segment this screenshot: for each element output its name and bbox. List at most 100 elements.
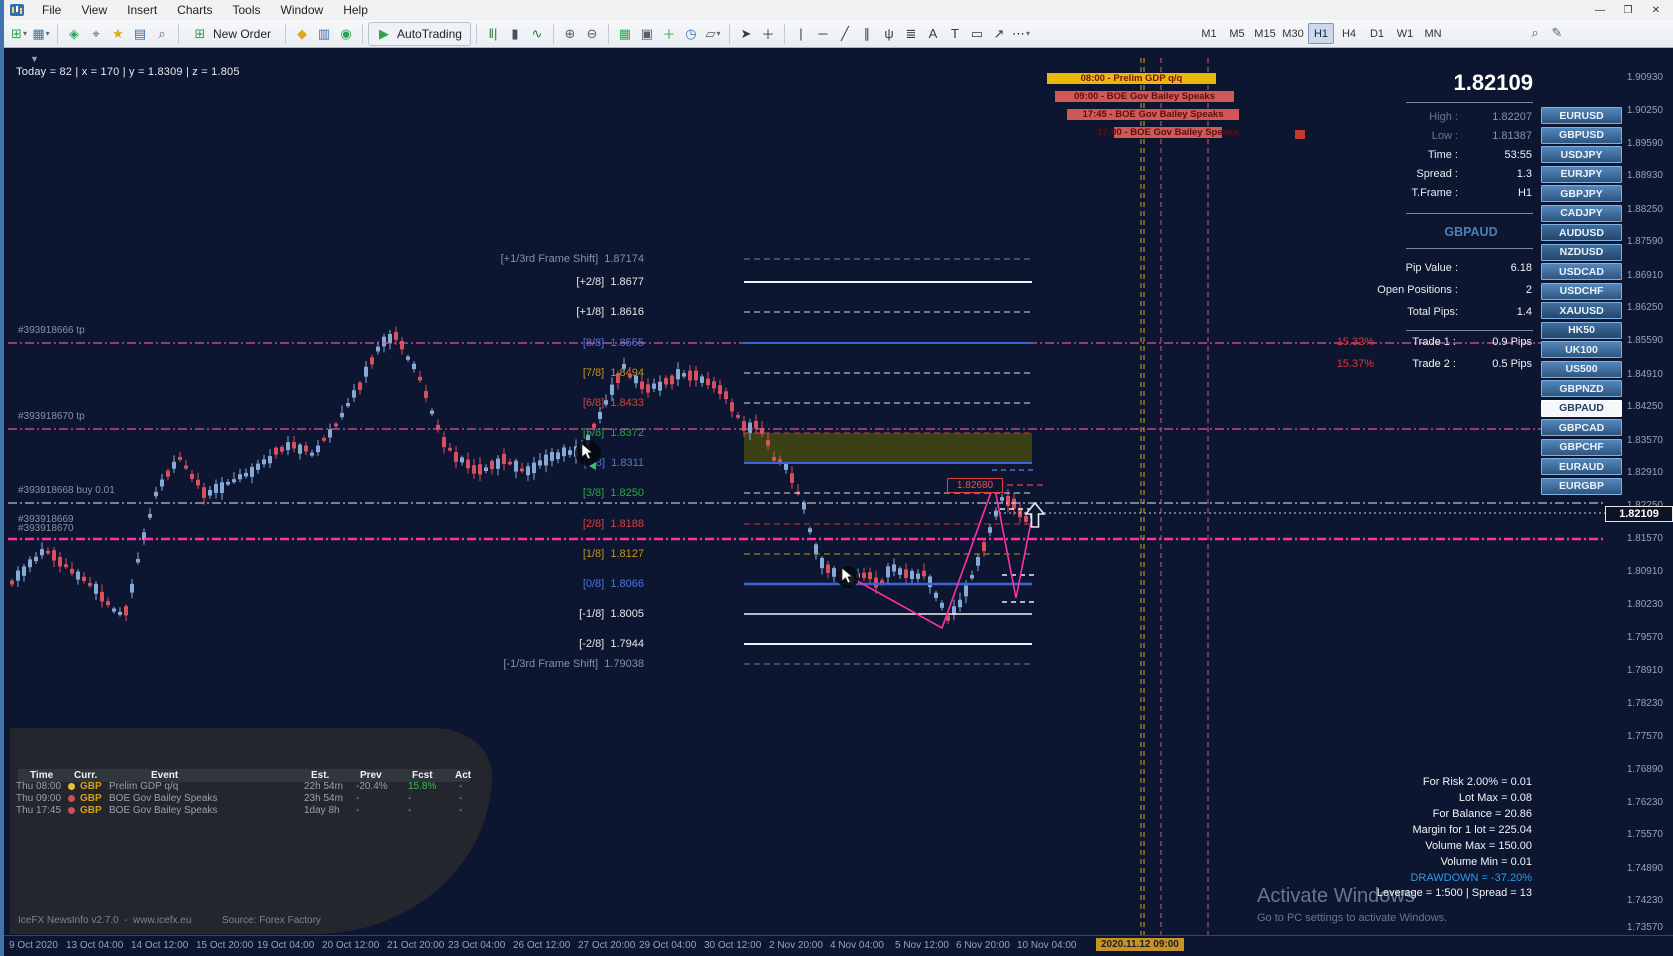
- navigator-icon[interactable]: ⌕: [152, 24, 172, 44]
- minimize-icon[interactable]: —: [1587, 3, 1613, 18]
- symbol-button-gbpnzd[interactable]: GBPNZD: [1541, 380, 1622, 397]
- search-icon[interactable]: ⌕: [1525, 23, 1545, 43]
- menu-tools[interactable]: Tools: [223, 1, 271, 19]
- crosshair-tool-icon[interactable]: ＋: [758, 24, 778, 44]
- tile-windows-icon[interactable]: ▦: [615, 24, 635, 44]
- shapes-icon[interactable]: ▭: [967, 24, 987, 44]
- panel-label: Open Positions :: [1377, 284, 1458, 296]
- market-watch-icon[interactable]: ▤: [130, 24, 150, 44]
- menu-help[interactable]: Help: [333, 1, 378, 19]
- cursor-icon[interactable]: ➤: [736, 24, 756, 44]
- text-icon[interactable]: A: [923, 24, 943, 44]
- menu-charts[interactable]: Charts: [167, 1, 222, 19]
- symbol-button-audusd[interactable]: AUDUSD: [1541, 224, 1622, 241]
- menu-file[interactable]: File: [32, 1, 71, 19]
- crosshair-target-icon[interactable]: ⌖: [86, 24, 106, 44]
- autotrading-button[interactable]: ▶ AutoTrading: [368, 21, 471, 46]
- fibonacci-icon[interactable]: ≣: [901, 24, 921, 44]
- currency-dot: [68, 795, 75, 802]
- news-col-header: Est.: [311, 770, 330, 781]
- candlestick-icon[interactable]: ▮: [505, 24, 525, 44]
- pitchfork-icon[interactable]: ψ: [879, 24, 899, 44]
- arrows-icon[interactable]: ↗: [989, 24, 1009, 44]
- panel-value: 1.81387: [1492, 130, 1532, 142]
- symbol-button-gbpchf[interactable]: GBPCHF: [1541, 438, 1622, 456]
- symbol-button-gbpcad[interactable]: GBPCAD: [1541, 419, 1622, 436]
- panel-divider: [1406, 213, 1533, 214]
- symbol-title: GBPAUD: [1444, 225, 1498, 239]
- news-col-header: Fcst: [412, 770, 433, 781]
- timeframe-h1[interactable]: H1: [1308, 23, 1334, 44]
- news-banner-3: 17:00 - BOE Gov Bailey Speaks: [1097, 127, 1239, 138]
- bar-chart-icon[interactable]: ‖|: [483, 24, 503, 44]
- horizontal-line-icon[interactable]: ─: [813, 24, 833, 44]
- panel-value: 6.18: [1510, 262, 1532, 274]
- timeframe-m1[interactable]: M1: [1196, 23, 1222, 44]
- trendline-icon[interactable]: ╱: [835, 24, 855, 44]
- add-indicator-icon[interactable]: ＋: [659, 24, 679, 44]
- symbol-button-xauusd[interactable]: XAUUSD: [1541, 302, 1622, 319]
- templates-icon[interactable]: ▱ ▾: [703, 24, 723, 44]
- more-tools-icon[interactable]: ⋯ ▾: [1011, 24, 1031, 44]
- symbol-button-cadjpy[interactable]: CADJPY: [1541, 204, 1622, 222]
- panel-label: Spread :: [1416, 168, 1458, 180]
- zoom-in-icon[interactable]: ⊕: [560, 24, 580, 44]
- zoom-out-icon[interactable]: ⊖: [582, 24, 602, 44]
- favorites-icon[interactable]: ★: [108, 24, 128, 44]
- edit-pencil-icon[interactable]: ✎: [1547, 23, 1567, 43]
- label-icon[interactable]: T: [945, 24, 965, 44]
- profiles-icon[interactable]: ▦ ▾: [31, 24, 51, 44]
- time-axis-label: 21 Oct 20:00: [387, 940, 445, 951]
- arrange-windows-icon[interactable]: ▣: [637, 24, 657, 44]
- app-logo-icon: [10, 4, 24, 16]
- symbol-button-gbpaud[interactable]: GBPAUD: [1541, 399, 1622, 417]
- timeframe-m15[interactable]: M15: [1252, 23, 1278, 44]
- time-axis-label: 10 Nov 04:00: [1017, 940, 1077, 951]
- newsinfo-credit: IceFX NewsInfo v2.7.0 - www.icefx.eu: [18, 915, 192, 926]
- menu-window[interactable]: Window: [271, 1, 334, 19]
- symbol-button-euraud[interactable]: EURAUD: [1541, 458, 1622, 475]
- terminal-icon[interactable]: ▥: [314, 24, 334, 44]
- symbol-button-usdchf[interactable]: USDCHF: [1541, 282, 1622, 300]
- symbol-button-eurusd[interactable]: EURUSD: [1541, 107, 1622, 124]
- symbol-button-usdcad[interactable]: USDCAD: [1541, 263, 1622, 280]
- market-icon[interactable]: ◆: [292, 24, 312, 44]
- menu-view[interactable]: View: [71, 1, 117, 19]
- timeframe-d1[interactable]: D1: [1364, 23, 1390, 44]
- time-axis-label: 2 Nov 20:00: [769, 940, 823, 951]
- timeframe-mn[interactable]: MN: [1420, 23, 1446, 44]
- news-prev: -20.4%: [356, 781, 388, 792]
- news-act: -: [459, 781, 463, 792]
- time-axis-label: 26 Oct 12:00: [513, 940, 571, 951]
- symbol-button-gbpjpy[interactable]: GBPJPY: [1541, 185, 1622, 202]
- new-order-button[interactable]: ⊞ New Order: [184, 22, 280, 46]
- time-axis[interactable]: 9 Oct 2020 13 Oct 04:00 14 Oct 12:00 15 Oct…: [4, 935, 1673, 956]
- symbol-button-uk100[interactable]: UK100: [1541, 341, 1622, 358]
- signals-icon[interactable]: ◉: [336, 24, 356, 44]
- timeframe-m5[interactable]: M5: [1224, 23, 1250, 44]
- symbol-button-eurgbp[interactable]: EURGBP: [1541, 477, 1622, 495]
- symbol-button-hk50[interactable]: HK50: [1541, 321, 1622, 339]
- timeframe-h4[interactable]: H4: [1336, 23, 1362, 44]
- time-axis-label: 30 Oct 12:00: [704, 940, 762, 951]
- periods-icon[interactable]: ◷: [681, 24, 701, 44]
- news-curr: GBP: [80, 781, 102, 792]
- vertical-line-icon[interactable]: |: [791, 24, 811, 44]
- timeframe-m30[interactable]: M30: [1280, 23, 1306, 44]
- symbol-button-gbpusd[interactable]: GBPUSD: [1541, 126, 1622, 144]
- line-chart-icon[interactable]: ∿: [527, 24, 547, 44]
- symbol-button-nzdusd[interactable]: NZDUSD: [1541, 243, 1622, 261]
- news-prev: -: [356, 793, 360, 804]
- channel-icon[interactable]: ∥: [857, 24, 877, 44]
- menu-insert[interactable]: Insert: [117, 1, 167, 19]
- symbol-button-usdjpy[interactable]: USDJPY: [1541, 146, 1622, 163]
- new-chart-icon[interactable]: ⊞ ▾: [9, 24, 29, 44]
- symbol-button-eurjpy[interactable]: EURJPY: [1541, 165, 1622, 183]
- timeframe-w1[interactable]: W1: [1392, 23, 1418, 44]
- toolbar: ⊞ ▾ ▦ ▾ ◈ ⌖ ★ ▤ ⌕ ⊞ New Order ◆ ▥ ◉ ▶ AutoTrading ‖| ▮ ∿ ⊕ ⊖…: [4, 20, 1673, 48]
- news-banner-1: 09:00 - BOE Gov Bailey Speaks: [1055, 91, 1234, 102]
- close-icon[interactable]: ✕: [1643, 3, 1669, 18]
- chart-shift-icon[interactable]: ◈: [64, 24, 84, 44]
- symbol-button-us500[interactable]: US500: [1541, 360, 1622, 378]
- maximize-icon[interactable]: ❒: [1615, 3, 1641, 18]
